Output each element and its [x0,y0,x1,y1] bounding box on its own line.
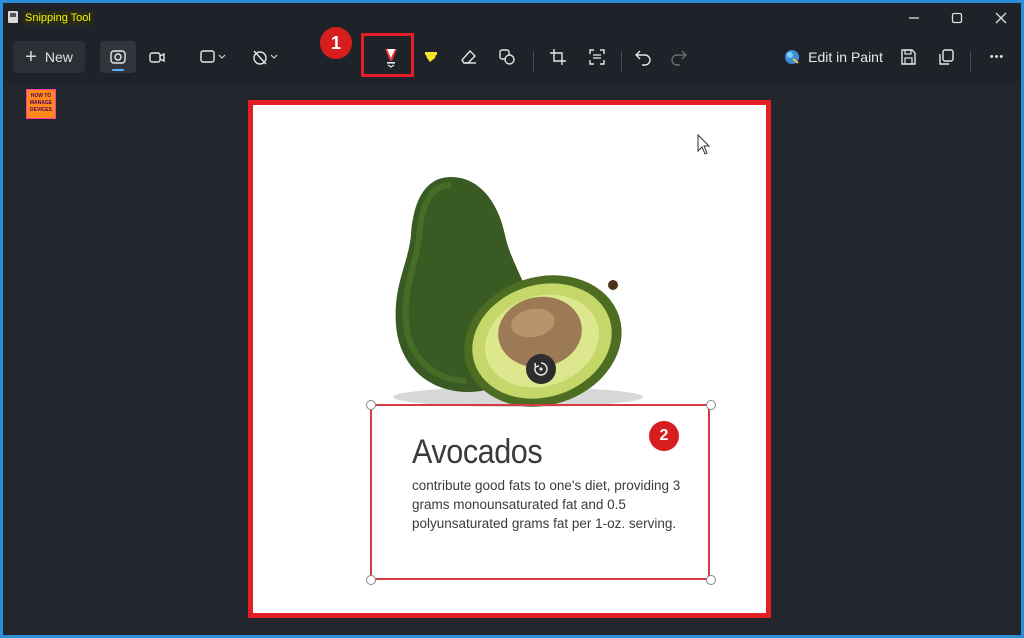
shapes-button[interactable] [491,41,523,73]
save-button[interactable] [892,41,924,73]
camera-icon [110,50,126,64]
chevron-down-icon [218,54,226,59]
selection-handle[interactable] [366,575,376,585]
copy-icon [939,49,954,65]
active-indicator [112,69,124,71]
selection-handle[interactable] [706,575,716,585]
toolbar-divider [533,51,534,71]
toolbar-divider [970,51,971,71]
undo-icon [635,50,651,66]
screenshot-mode-button[interactable] [100,41,136,73]
eraser-button[interactable] [453,41,485,73]
snip-body-text: contribute good fats to one's diet, prov… [412,478,681,531]
snip-heading: Avocados [412,433,543,471]
snip-mode-dropdown[interactable] [191,41,235,73]
close-icon [995,12,1007,24]
eraser-icon [461,49,476,64]
toolbar-divider [621,51,622,71]
window-title: Snipping Tool [23,11,93,25]
callout-badge-1: 1 [320,27,352,59]
minimize-button[interactable] [894,5,934,31]
save-icon [901,49,916,65]
highlighter-button[interactable] [415,41,447,73]
selection-handle[interactable] [706,400,716,410]
redo-icon [671,50,687,66]
rectangle-mode-icon [200,50,215,63]
snipping-tool-app-icon [8,11,18,23]
plus-icon: + [25,45,37,68]
selection-handle[interactable] [366,400,376,410]
toolbar: + New Edit in Paint ••• [3,37,1021,81]
highlight-box-pen-tool [361,33,414,77]
text-actions-button[interactable] [581,41,613,73]
rotate-icon [534,362,548,376]
more-icon: ••• [989,51,1005,63]
text-actions-icon [589,49,605,65]
rotate-handle[interactable] [526,354,556,384]
new-button-label: New [44,49,73,65]
crop-button[interactable] [542,41,574,73]
title-bar: Snipping Tool [3,3,1021,33]
copy-button[interactable] [930,41,962,73]
close-button[interactable] [981,5,1021,31]
paint-icon [785,50,800,64]
delay-dropdown[interactable] [243,41,287,73]
watermark-logo: HOW TO MANAGE DEVICES [26,89,56,119]
shapes-icon [499,49,515,65]
edit-in-paint-label: Edit in Paint [808,49,883,65]
edit-in-paint-button[interactable]: Edit in Paint [783,41,883,73]
redo-button[interactable] [663,41,695,73]
callout-badge-2: 2 [649,421,679,451]
new-button[interactable]: + New [13,41,85,73]
timer-icon [253,50,267,65]
maximize-button[interactable] [937,5,977,31]
video-mode-button[interactable] [140,41,174,73]
maximize-icon [951,12,963,24]
crop-icon [550,49,566,65]
chevron-down-icon [270,54,278,59]
more-options-button[interactable]: ••• [981,41,1013,73]
undo-button[interactable] [627,41,659,73]
minimize-icon [909,17,919,19]
highlighter-icon [425,52,437,62]
video-icon [149,52,165,63]
